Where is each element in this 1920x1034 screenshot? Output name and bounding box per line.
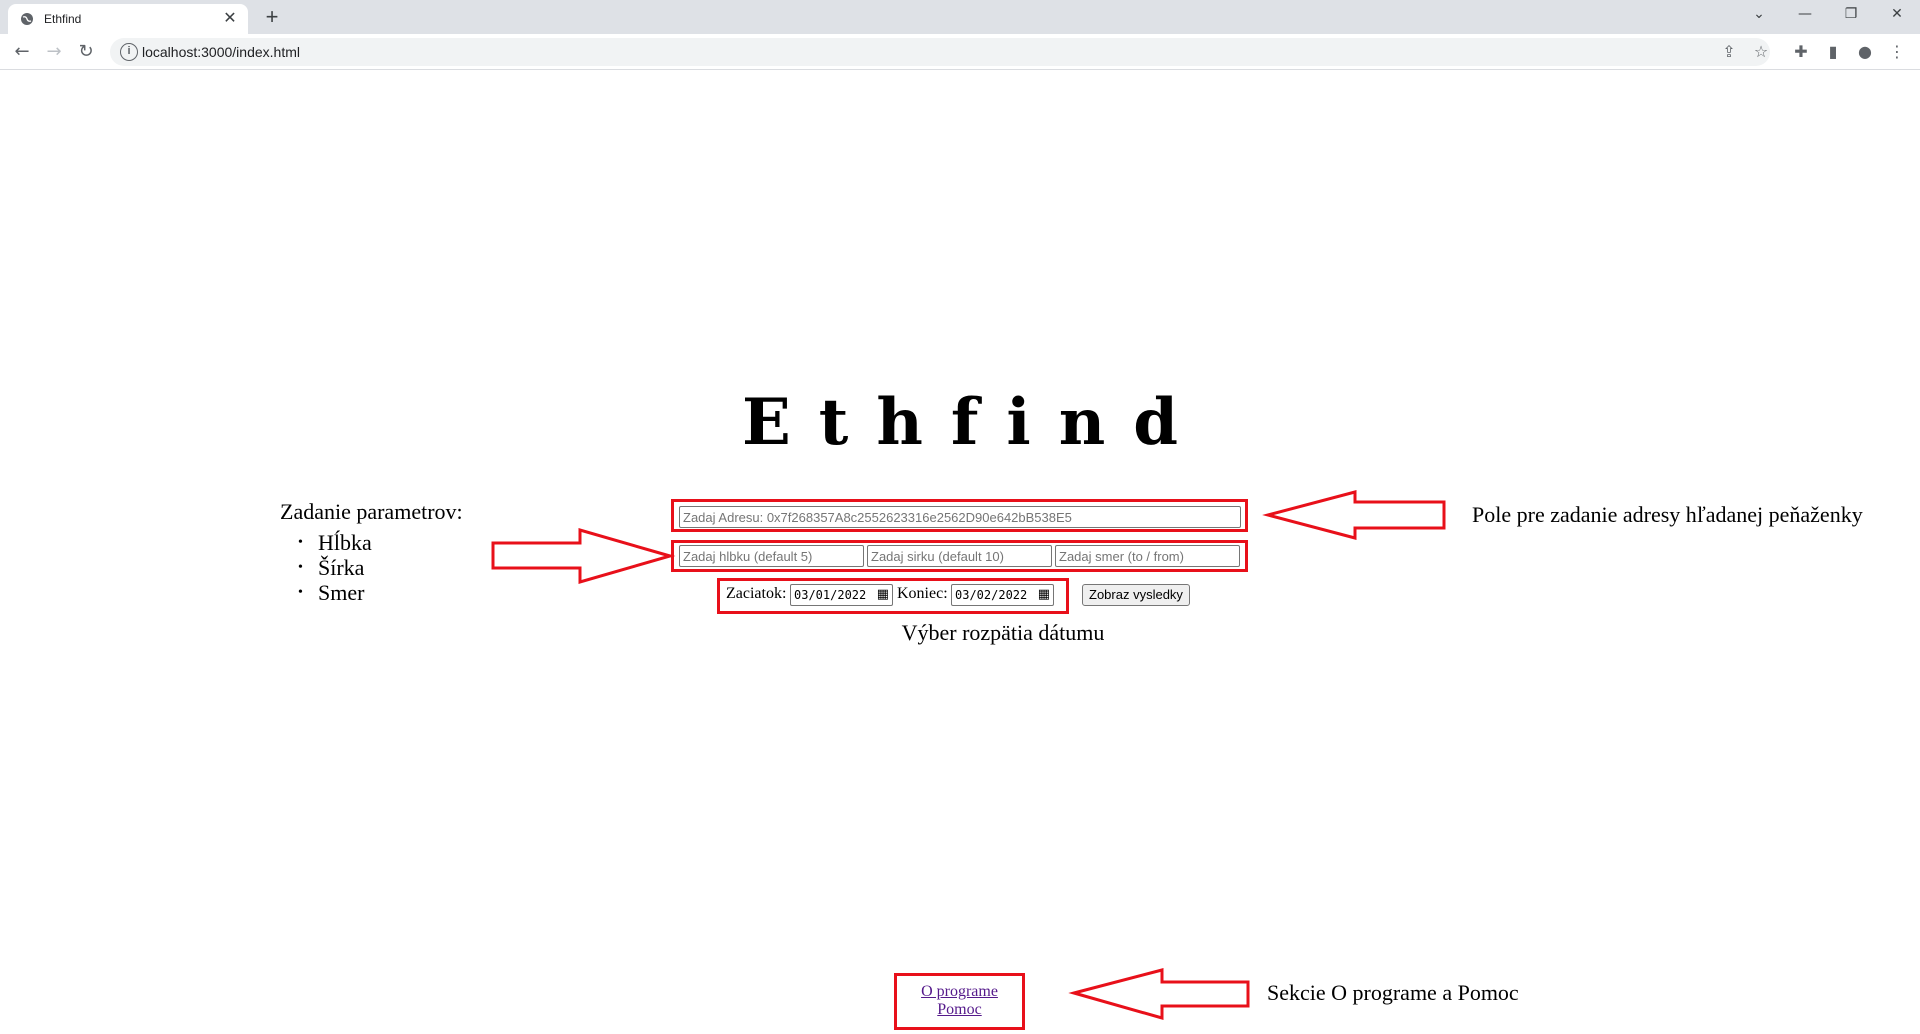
annotation-arrows [491, 490, 1446, 1020]
arrow-to-sections-icon [1068, 968, 1250, 1020]
arrow-to-address-icon [1262, 490, 1446, 540]
arrow-to-params-icon [491, 528, 676, 584]
